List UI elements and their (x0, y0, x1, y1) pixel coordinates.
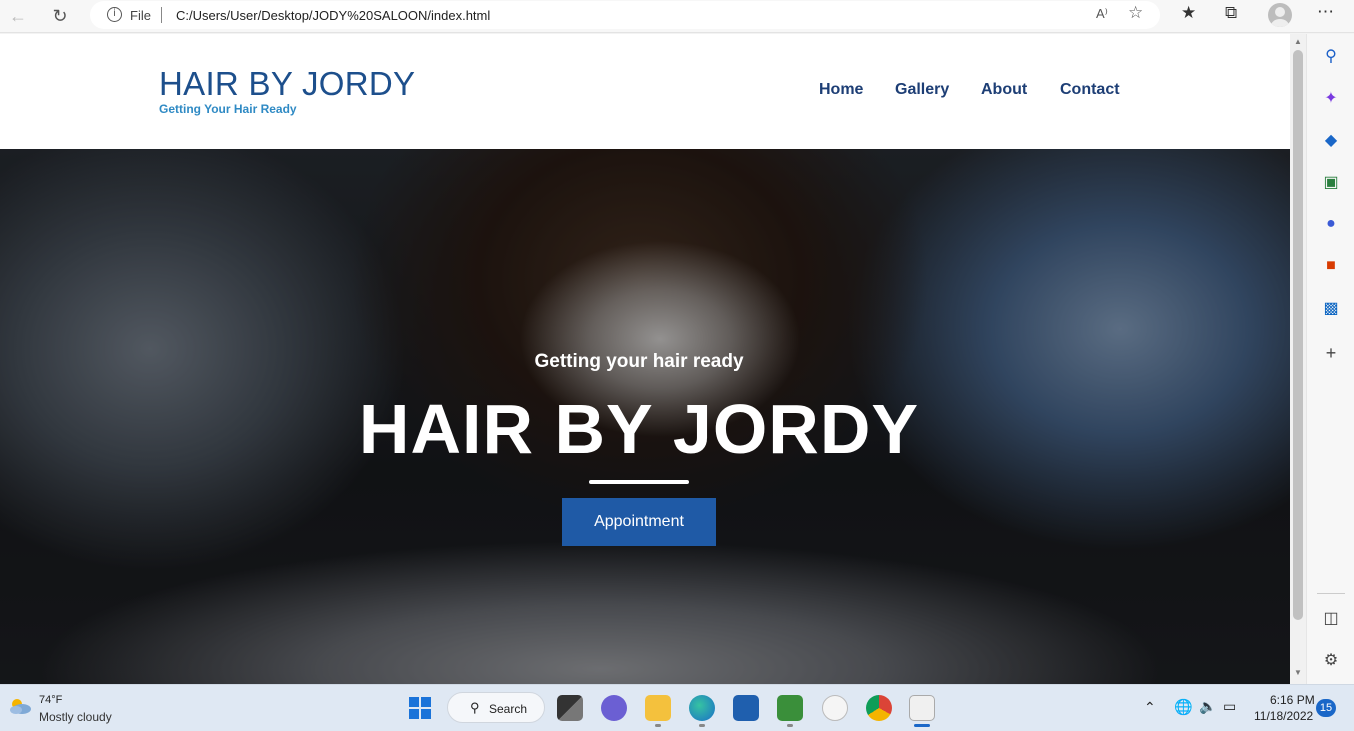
hero-section: Getting your hair ready HAIR BY JORDY Ap… (0, 149, 1290, 684)
add-icon[interactable]: + (1321, 343, 1341, 363)
clock-date[interactable]: 11/18/2022 (1254, 709, 1313, 723)
hero-subtitle: Getting your hair ready (534, 351, 744, 372)
battery-icon[interactable]: ▭ (1223, 698, 1236, 715)
clock-time[interactable]: 6:16 PM (1270, 693, 1315, 707)
task-view-icon[interactable] (557, 695, 583, 721)
page-viewport: HAIR BY JORDY Getting Your Hair Ready Ho… (0, 34, 1290, 684)
scroll-down-icon[interactable]: ▼ (1294, 668, 1302, 677)
weather-temperature[interactable]: 74°F (39, 694, 62, 706)
address-bar[interactable]: i File C:/Users/User/Desktop/JODY%20SALO… (90, 1, 1160, 29)
games-icon[interactable]: ● (1321, 214, 1341, 234)
word-icon[interactable] (822, 695, 848, 721)
shopping-icon[interactable]: ◆ (1321, 130, 1341, 150)
back-icon[interactable]: ← (3, 2, 33, 30)
chat-icon[interactable] (601, 695, 627, 721)
more-icon[interactable]: ⋯ (1317, 2, 1334, 22)
profile-icon[interactable] (1268, 3, 1292, 27)
weather-description[interactable]: Mostly cloudy (39, 710, 112, 724)
snipping-tool-icon[interactable] (909, 695, 935, 721)
hero-divider (589, 480, 689, 484)
search-icon[interactable]: ⚲ (1321, 46, 1341, 66)
url-text[interactable]: C:/Users/User/Desktop/JODY%20SALOON/inde… (176, 8, 490, 23)
cloud-icon[interactable] (8, 697, 32, 715)
appointment-button[interactable]: Appointment (562, 498, 716, 546)
running-indicator (655, 724, 661, 727)
site-header: HAIR BY JORDY Getting Your Hair Ready Ho… (0, 34, 1290, 149)
search-label: Search (489, 702, 528, 716)
notification-badge[interactable]: 15 (1316, 699, 1336, 717)
page-scrollbar[interactable]: ▲ ▼ (1290, 34, 1306, 684)
browser-toolbar: ← ↻ i File C:/Users/User/Desktop/JODY%20… (0, 0, 1354, 33)
taskbar: 74°F Mostly cloudy ⚲ Search ⌃ 🌐 🔈 ▭ 6:16… (0, 684, 1354, 731)
settings-icon[interactable]: ⚙ (1321, 650, 1341, 670)
scroll-up-icon[interactable]: ▲ (1294, 37, 1302, 46)
edge-sidebar: ⚲ ✦ ◆ ▣ ● ■ ▩ + ◫ ⚙ (1306, 34, 1354, 684)
chrome-icon[interactable] (866, 695, 892, 721)
store-icon[interactable] (733, 695, 759, 721)
hero-title: HAIR BY JORDY (358, 390, 920, 468)
tray-chevron-icon[interactable]: ⌃ (1144, 699, 1156, 716)
brand-tagline: Getting Your Hair Ready (159, 102, 297, 116)
active-indicator (914, 724, 930, 727)
info-icon[interactable]: i (107, 7, 122, 22)
running-indicator (787, 724, 793, 727)
file-explorer-icon[interactable] (645, 695, 671, 721)
outlook-icon[interactable]: ▩ (1321, 298, 1341, 318)
search-glyph-icon: ⚲ (470, 700, 480, 715)
sidebar-divider (1317, 593, 1345, 594)
brand-title[interactable]: HAIR BY JORDY (159, 65, 415, 103)
volume-icon[interactable]: 🔈 (1199, 698, 1216, 715)
favorites-icon[interactable]: ★ (1181, 3, 1196, 23)
taskbar-search[interactable]: ⚲ Search (447, 692, 545, 723)
network-icon[interactable]: 🌐 (1174, 698, 1193, 716)
running-indicator (699, 724, 705, 727)
collections-icon[interactable]: ⧉ (1225, 3, 1237, 23)
nav-home[interactable]: Home (819, 81, 863, 99)
notepad-icon[interactable] (777, 695, 803, 721)
scroll-thumb[interactable] (1293, 50, 1303, 620)
nav-about[interactable]: About (981, 81, 1027, 99)
tools-icon[interactable]: ▣ (1321, 172, 1341, 192)
refresh-icon[interactable]: ↻ (45, 2, 75, 30)
split-screen-icon[interactable]: ◫ (1321, 608, 1341, 628)
add-favorite-icon[interactable]: ☆ (1128, 3, 1143, 23)
start-icon[interactable] (409, 697, 431, 719)
nav-gallery[interactable]: Gallery (895, 81, 949, 99)
address-separator (161, 7, 162, 23)
file-label: File (130, 8, 151, 23)
copilot-icon[interactable]: ✦ (1321, 88, 1341, 108)
read-aloud-icon[interactable]: A⁾ (1096, 6, 1108, 22)
nav-contact[interactable]: Contact (1060, 81, 1120, 99)
office-icon[interactable]: ■ (1321, 256, 1341, 276)
edge-icon[interactable] (689, 695, 715, 721)
